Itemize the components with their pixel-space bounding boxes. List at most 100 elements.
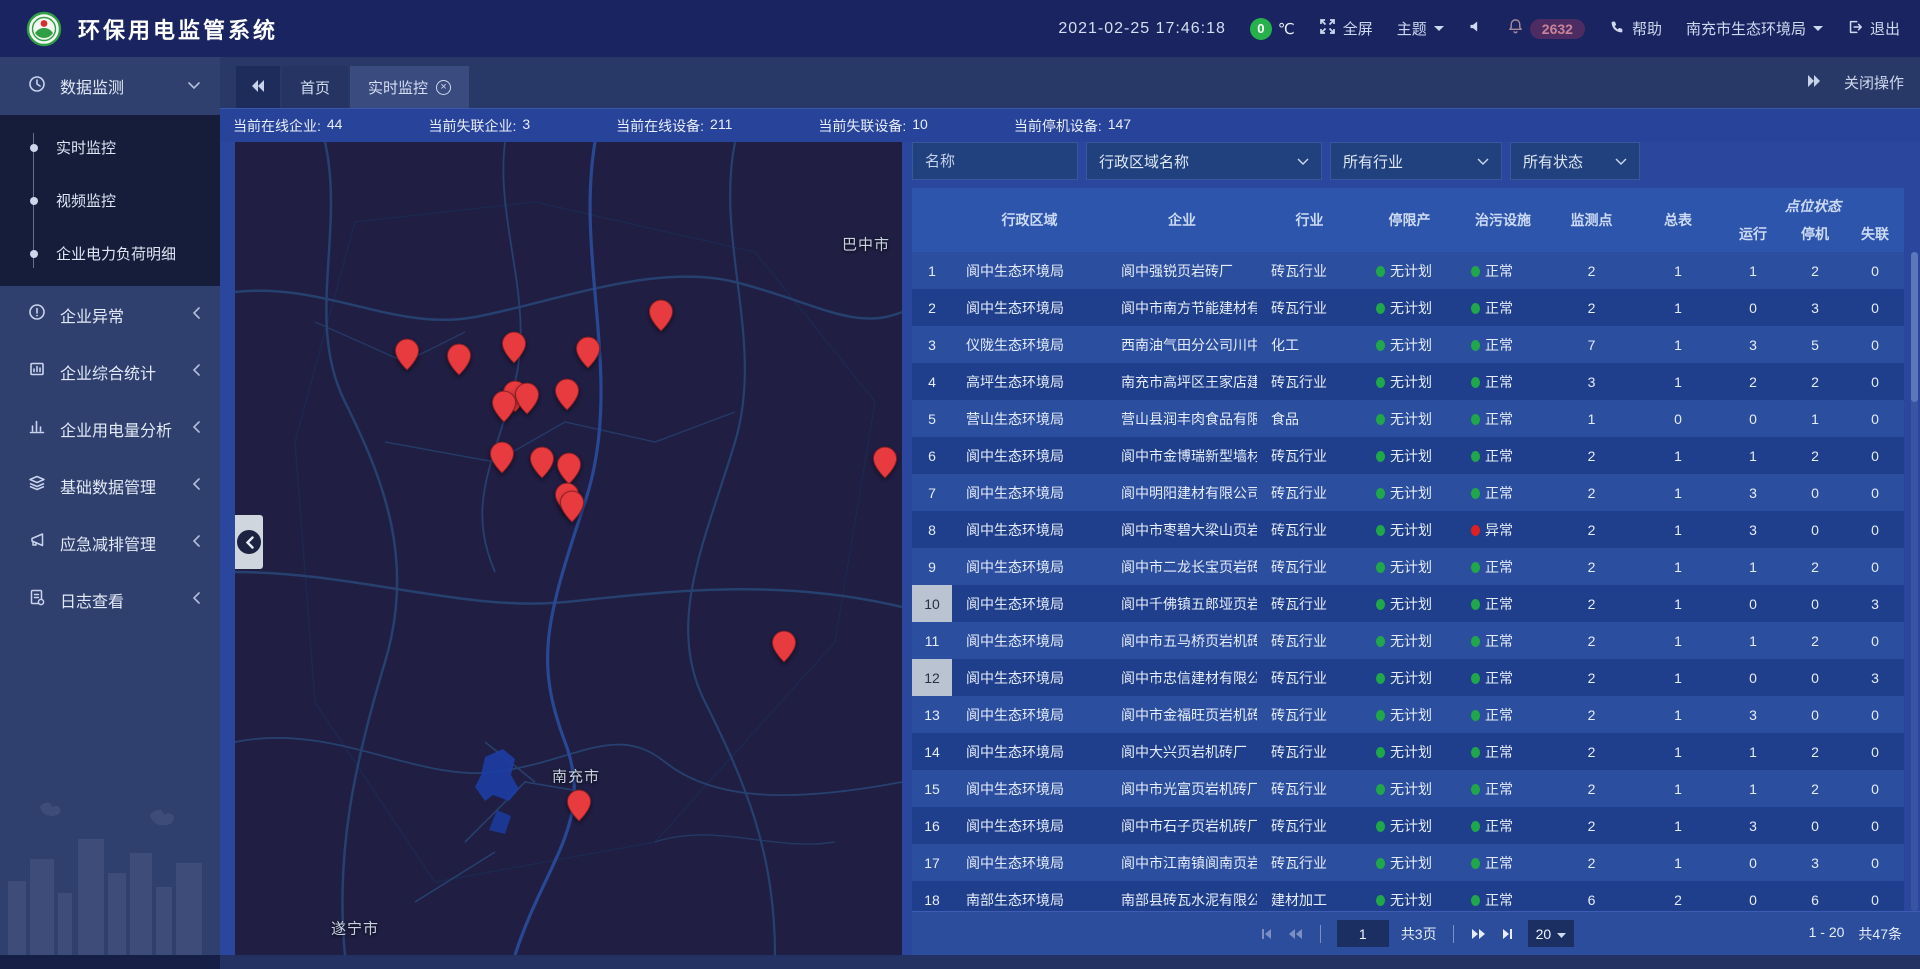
map-pin-icon[interactable]: [447, 343, 472, 376]
layers-icon: [28, 474, 46, 497]
cell-stop-status: 无计划: [1362, 594, 1457, 614]
table-row[interactable]: 7 阆中生态环境局 阆中明阳建材有限公司 砖瓦行业 无计划 正常 2 1: [912, 474, 1904, 511]
map-pin-icon[interactable]: [576, 336, 601, 369]
table-row[interactable]: 9 阆中生态环境局 阆中市二龙长宝页岩砖 砖瓦行业 无计划 正常 2 1: [912, 548, 1904, 585]
sidebar-subitem[interactable]: 实时监控: [0, 121, 220, 174]
help-button[interactable]: 帮助: [1609, 18, 1662, 39]
table-row[interactable]: 17 阆中生态环境局 阆中市江南镇阆南页岩 砖瓦行业 无计划 正常 2 1: [912, 844, 1904, 881]
table-row[interactable]: 12 阆中生态环境局 阆中市忠信建材有限公 砖瓦行业 无计划 正常 2 1: [912, 659, 1904, 696]
table-row[interactable]: 13 阆中生态环境局 阆中市金福旺页岩机砖 砖瓦行业 无计划 正常 2 1: [912, 696, 1904, 733]
page-size-select[interactable]: 20: [1528, 920, 1575, 947]
sidebar-subitem[interactable]: 企业电力负荷明细: [0, 227, 220, 280]
table-row[interactable]: 16 阆中生态环境局 阆中市石子页岩机砖厂 砖瓦行业 无计划 正常 2 1: [912, 807, 1904, 844]
name-filter-input[interactable]: [912, 142, 1078, 180]
notification-area[interactable]: 2632: [1507, 18, 1585, 39]
cell-index: 7: [912, 474, 952, 511]
tabs-scroll-right-button[interactable]: [1806, 74, 1822, 91]
total-count-value: 共47条: [1858, 924, 1902, 944]
table-row[interactable]: 15 阆中生态环境局 阆中市光富页岩机砖厂 砖瓦行业 无计划 正常 2 1: [912, 770, 1904, 807]
sidebar-item-emergency-reduction[interactable]: 应急减排管理: [0, 514, 220, 571]
temperature-value: 0: [1250, 18, 1272, 40]
table-row[interactable]: 10 阆中生态环境局 阆中千佛镇五郎垭页岩 砖瓦行业 无计划 正常 2 1: [912, 585, 1904, 622]
industry-filter-select[interactable]: 所有行业: [1330, 142, 1502, 180]
status-filter-select[interactable]: 所有状态: [1510, 142, 1640, 180]
cell-stop-status: 无计划: [1362, 853, 1457, 873]
scrollbar-thumb[interactable]: [1911, 252, 1918, 402]
map-pin-icon[interactable]: [567, 789, 592, 822]
table-row[interactable]: 18 南部生态环境局 南部县砖瓦水泥有限公 建材加工 无计划 正常 6 2: [912, 881, 1904, 911]
table-row[interactable]: 3 仪陇生态环境局 西南油气田分公司川中 化工 无计划 正常 7 1: [912, 326, 1904, 363]
status-dot: [1471, 599, 1480, 610]
sidebar-item-log-view[interactable]: 日志查看: [0, 571, 220, 628]
cell-total-meters: 1: [1634, 448, 1722, 464]
page-number-input[interactable]: [1337, 920, 1389, 947]
close-operations-button[interactable]: 关闭操作: [1844, 72, 1904, 93]
panel-collapse-button[interactable]: [235, 515, 263, 569]
table-row[interactable]: 14 阆中生态环境局 阆中大兴页岩机砖厂 砖瓦行业 无计划 正常 2 1: [912, 733, 1904, 770]
close-icon[interactable]: [436, 80, 451, 95]
table-row[interactable]: 8 阆中生态环境局 阆中市枣碧大梁山页岩 砖瓦行业 无计划 异常 2 1: [912, 511, 1904, 548]
cell-region: 阆中生态环境局: [952, 557, 1107, 577]
caret-down-icon: [1434, 20, 1444, 37]
map[interactable]: 巴中市 南充市 遂宁市: [235, 142, 902, 955]
table-row[interactable]: 6 阆中生态环境局 阆中市金博瑞新型墙材 砖瓦行业 无计划 正常 2 1: [912, 437, 1904, 474]
cell-total-meters: 1: [1634, 818, 1722, 834]
status-summary-bar: 当前在线企业: 44 当前失联企业: 3 当前在线设备: 211 当前失联设备:…: [220, 109, 1920, 142]
last-page-button[interactable]: [1500, 926, 1516, 942]
cell-lost-count: 3: [1846, 596, 1904, 612]
status-dot: [1376, 784, 1385, 795]
table-row[interactable]: 1 阆中生态环境局 阆中强锐页岩砖厂 砖瓦行业 无计划 正常 2 1: [912, 252, 1904, 289]
tab-realtime-monitor[interactable]: 实时监控: [350, 66, 469, 108]
cell-run-count: 1: [1722, 448, 1784, 464]
theme-menu-button[interactable]: 主题: [1397, 18, 1444, 39]
fullscreen-icon: [1319, 18, 1336, 39]
map-pin-icon[interactable]: [649, 299, 674, 332]
map-pin-icon[interactable]: [492, 390, 517, 423]
industry-filter-value: 所有行业: [1343, 151, 1403, 172]
prev-page-button[interactable]: [1286, 926, 1304, 942]
map-pin-icon[interactable]: [530, 446, 555, 479]
tab-home[interactable]: 首页: [282, 66, 348, 108]
map-pin-icon[interactable]: [515, 382, 540, 415]
table-row[interactable]: 5 营山生态环境局 营山县润丰肉食品有限 食品 无计划 正常 1 0: [912, 400, 1904, 437]
table-body: 1 阆中生态环境局 阆中强锐页岩砖厂 砖瓦行业 无计划 正常 2 1: [912, 252, 1904, 911]
sidebar-item-power-analysis[interactable]: 企业用电量分析: [0, 400, 220, 457]
sidebar-subitem[interactable]: 视频监控: [0, 174, 220, 227]
column-header-meters: 总表: [1634, 210, 1722, 230]
next-page-button[interactable]: [1470, 926, 1488, 942]
cell-company: 阆中市石子页岩机砖厂: [1107, 816, 1257, 836]
map-pin-icon[interactable]: [490, 441, 515, 474]
cell-total-meters: 1: [1634, 485, 1722, 501]
cell-index: 3: [912, 326, 952, 363]
table-row[interactable]: 2 阆中生态环境局 阆中市南方节能建材有 砖瓦行业 无计划 正常 2 1: [912, 289, 1904, 326]
caret-down-icon: [1813, 20, 1823, 37]
status-dot: [1376, 747, 1385, 758]
cell-monitor-points: 2: [1549, 300, 1634, 316]
status-dot: [1376, 525, 1385, 536]
table-row[interactable]: 11 阆中生态环境局 阆中市五马桥页岩机砖 砖瓦行业 无计划 正常 2 1: [912, 622, 1904, 659]
fullscreen-button[interactable]: 全屏: [1319, 18, 1373, 39]
logout-button[interactable]: 退出: [1847, 18, 1900, 39]
mute-button[interactable]: [1468, 19, 1483, 38]
sidebar-item-enterprise-anomaly[interactable]: 企业异常: [0, 286, 220, 343]
map-pin-icon[interactable]: [557, 452, 582, 485]
map-pin-icon[interactable]: [873, 446, 898, 479]
table-row[interactable]: 4 高坪生态环境局 南充市高坪区王家店建 砖瓦行业 无计划 正常 3 1: [912, 363, 1904, 400]
map-pin-icon[interactable]: [560, 490, 585, 523]
sidebar-item-base-data[interactable]: 基础数据管理: [0, 457, 220, 514]
map-pin-icon[interactable]: [502, 331, 527, 364]
table-header: 行政区域 企业 行业 停限产 治污设施 监测点 总表 点位状态 运行 停机 失联: [912, 188, 1904, 252]
sidebar-item-data-monitoring[interactable]: 数据监测: [0, 57, 220, 115]
first-page-button[interactable]: [1258, 926, 1274, 942]
map-pin-icon[interactable]: [555, 378, 580, 411]
region-filter-select[interactable]: 行政区域名称: [1086, 142, 1322, 180]
table-scrollbar[interactable]: [1911, 252, 1918, 911]
tabs-scroll-left-button[interactable]: [236, 66, 280, 108]
map-pin-icon[interactable]: [395, 338, 420, 371]
cell-industry: 砖瓦行业: [1257, 372, 1362, 392]
sidebar-item-enterprise-statistics[interactable]: 企业综合统计: [0, 343, 220, 400]
map-pin-icon[interactable]: [772, 630, 797, 663]
status-dot: [1471, 562, 1480, 573]
cell-region: 阆中生态环境局: [952, 483, 1107, 503]
org-menu-button[interactable]: 南充市生态环境局: [1686, 18, 1823, 39]
